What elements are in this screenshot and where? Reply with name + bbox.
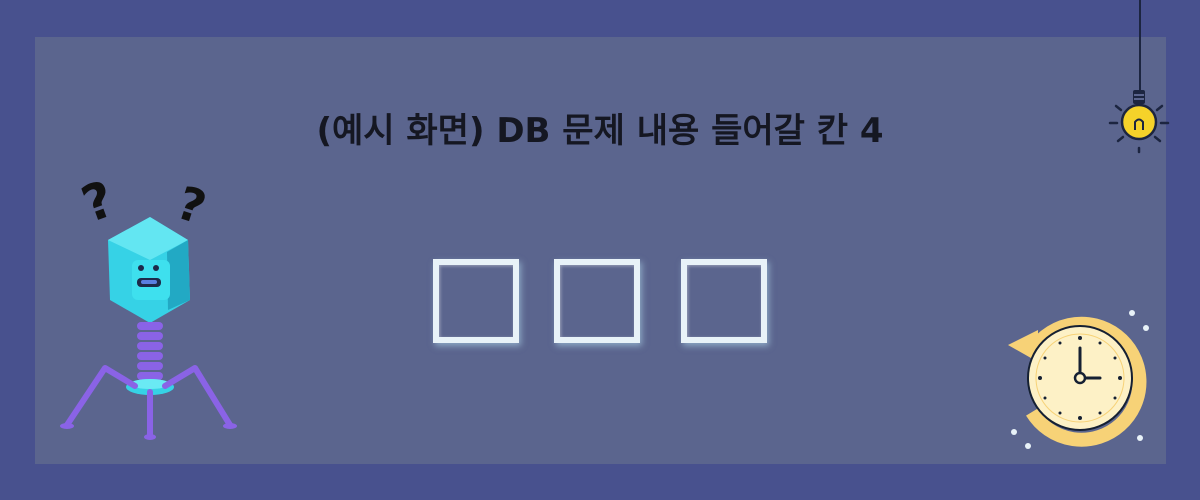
bulb-wire xyxy=(1139,0,1141,92)
answer-box-2[interactable] xyxy=(554,259,640,343)
lightbulb-icon xyxy=(1108,90,1170,154)
question-title: (예시 화면) DB 문제 내용 들어갈 칸 4 xyxy=(316,111,884,151)
answer-box-3[interactable] xyxy=(681,259,767,343)
virus-character-icon: ? ? xyxy=(60,170,237,440)
answer-box-1[interactable] xyxy=(433,259,519,343)
svg-text:?: ? xyxy=(74,170,121,234)
svg-text:?: ? xyxy=(171,175,213,235)
clock-history-icon xyxy=(1008,310,1149,449)
